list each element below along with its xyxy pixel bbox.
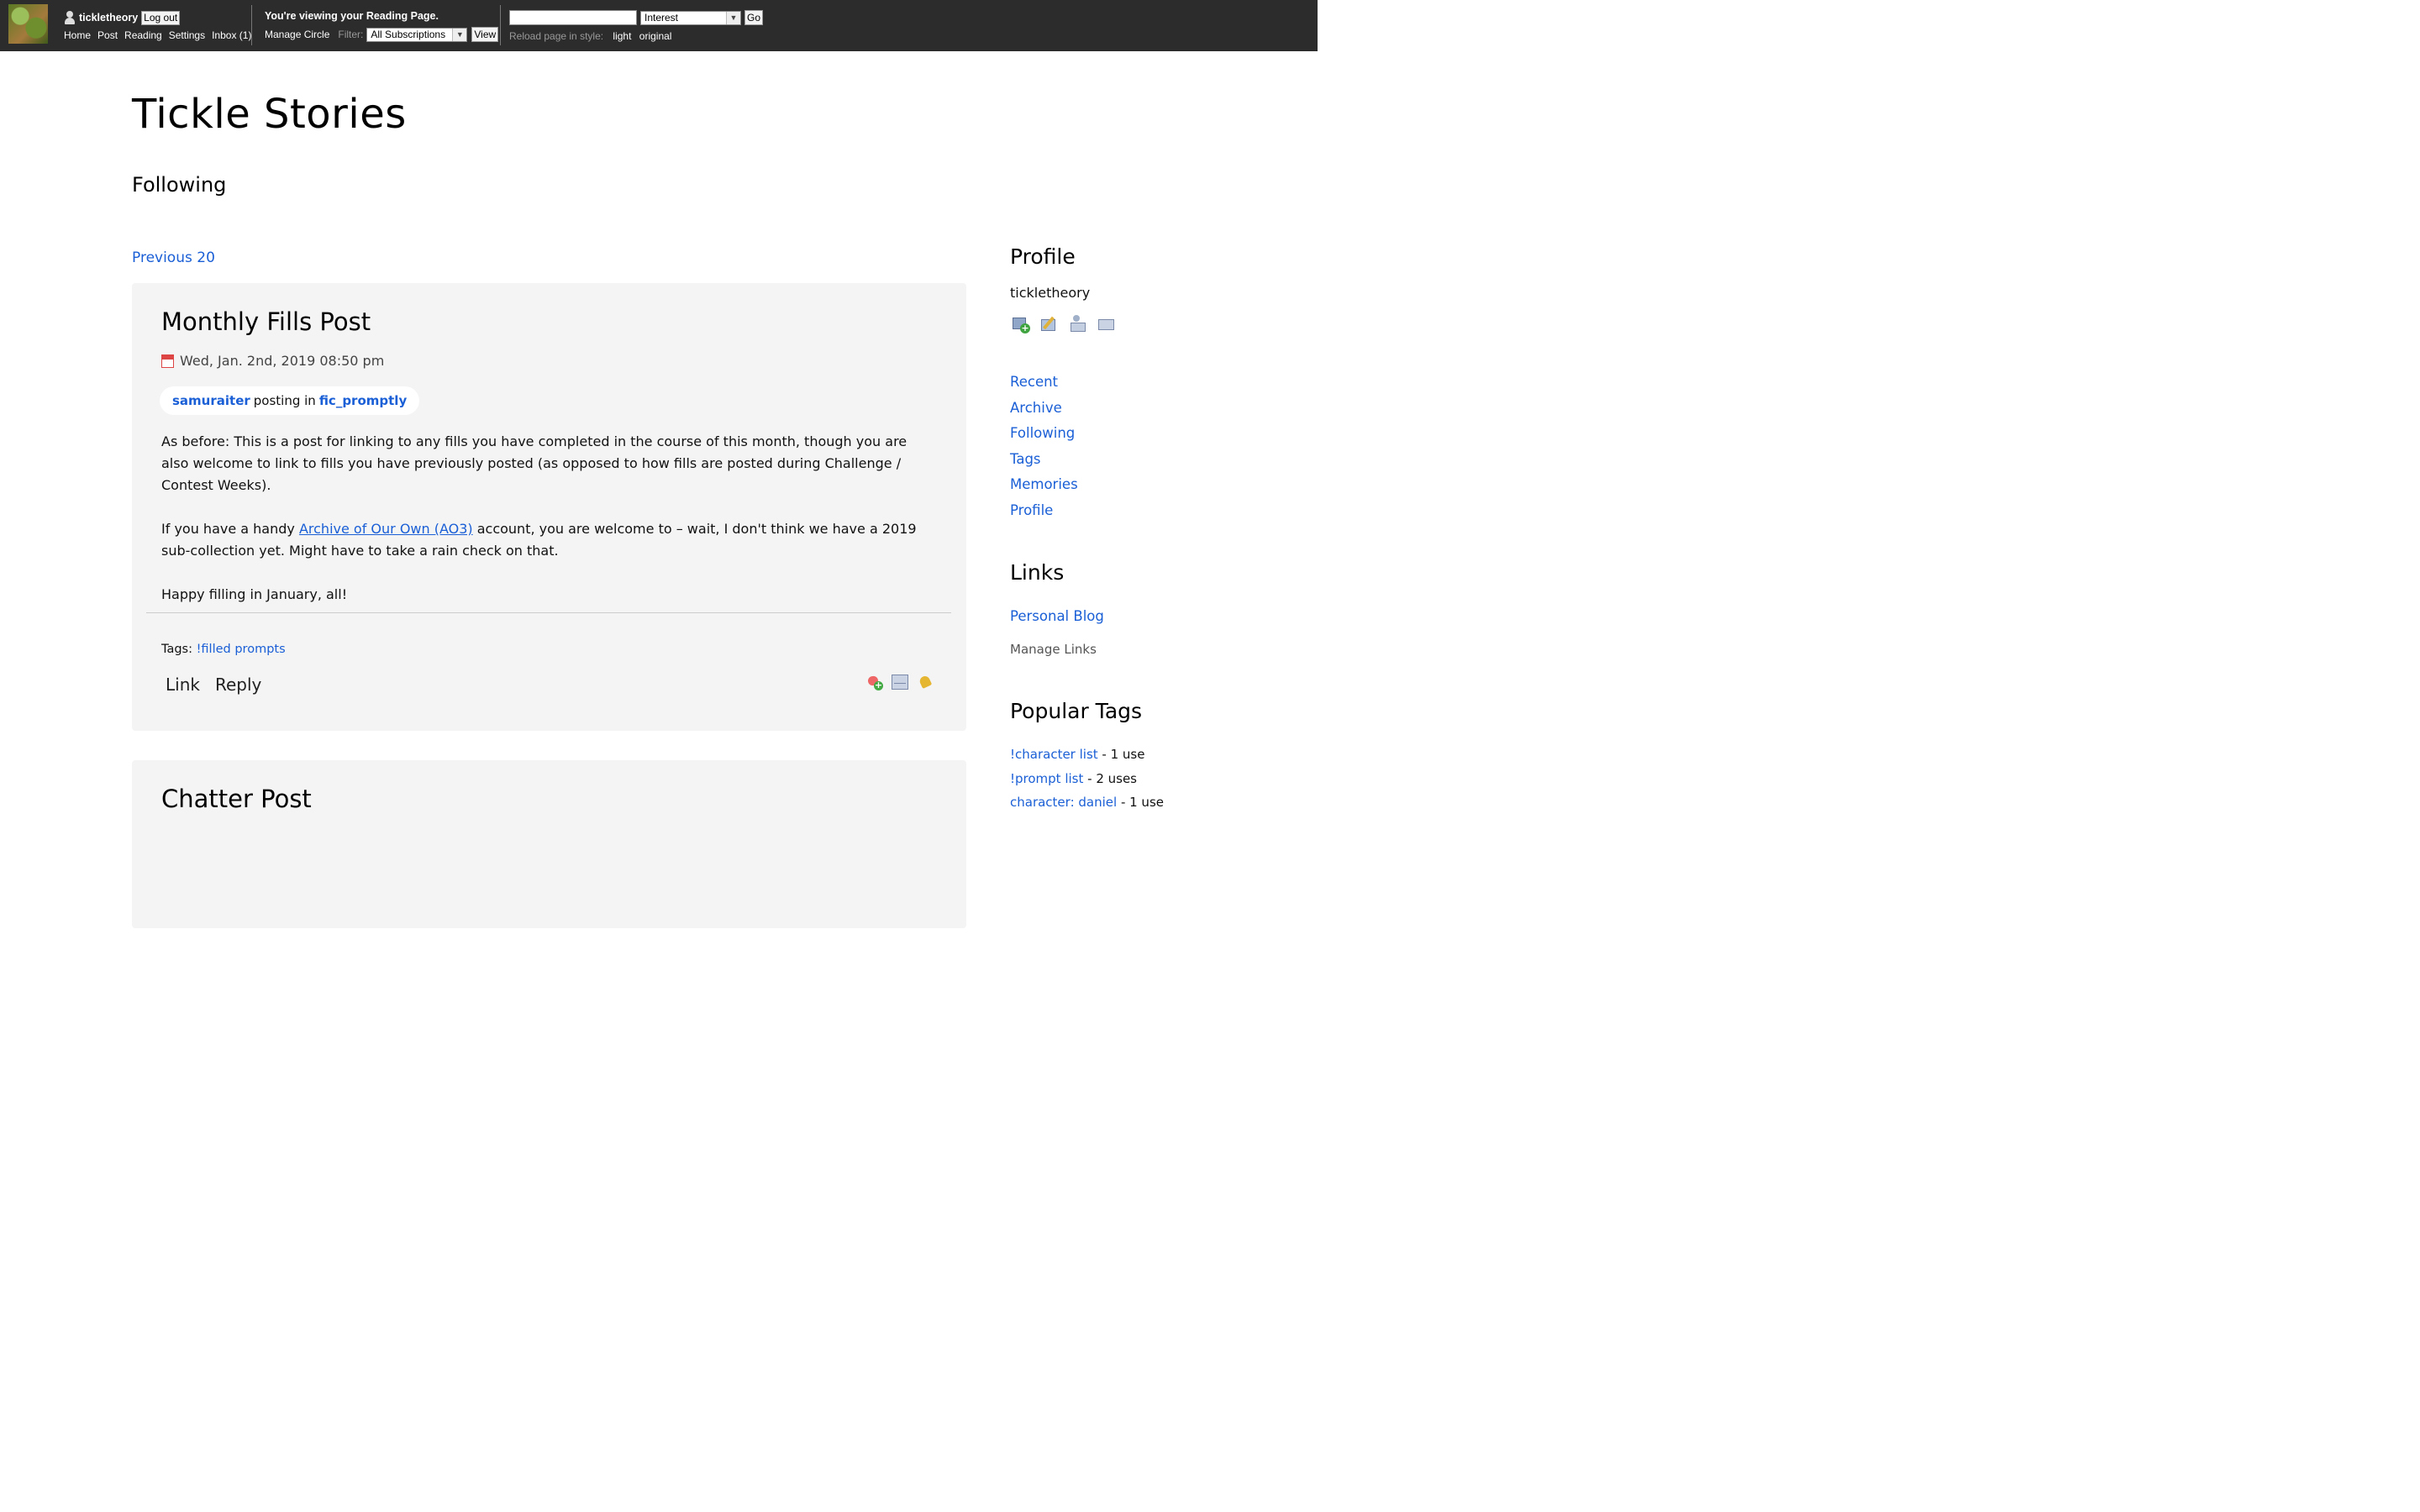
list-item: !prompt list - 2 uses (1010, 769, 1164, 794)
poster-link[interactable]: samuraiter (172, 393, 250, 408)
tag-count: - 1 use (1117, 795, 1164, 810)
style-original-link[interactable]: original (639, 30, 672, 42)
user-avatar[interactable] (8, 4, 48, 44)
manage-circle-link[interactable]: Manage Circle (265, 29, 329, 40)
tag-link[interactable]: !prompt list (1010, 771, 1083, 786)
tag-link[interactable]: !character list (1010, 747, 1098, 762)
community-link[interactable]: fic_promptly (319, 393, 407, 408)
go-button[interactable]: Go (744, 10, 764, 25)
list-item: character: daniel - 1 use (1010, 793, 1164, 817)
reply-button[interactable]: Reply (215, 675, 261, 695)
entry-paragraph: If you have a handy Archive of Our Own (… (161, 518, 934, 562)
ao3-link[interactable]: Archive of Our Own (AO3) (299, 521, 473, 537)
entry-divider (146, 612, 951, 613)
message-user-icon[interactable] (1069, 315, 1087, 333)
entry-paragraph: As before: This is a post for linking to… (161, 433, 908, 493)
tags-label: Tags: (161, 643, 192, 656)
chevron-down-icon: ▼ (452, 28, 467, 41)
chevron-down-icon: ▼ (726, 11, 740, 24)
manage-links-link[interactable]: Manage Links (1010, 642, 1097, 657)
nav-settings[interactable]: Settings (169, 29, 205, 41)
search-type-select[interactable]: Interest ▼ (640, 10, 741, 25)
send-message-icon[interactable] (892, 675, 908, 690)
entry-title[interactable]: Monthly Fills Post (161, 307, 371, 336)
page-subtitle: Following (132, 173, 227, 197)
nav-home[interactable]: Home (64, 29, 91, 41)
filter-select[interactable]: All Subscriptions ▼ (366, 27, 468, 42)
divider (251, 5, 252, 45)
entry-paragraph: Happy filling in January, all! (161, 586, 348, 602)
top-nav-links: Home Post Reading Settings Inbox (1) (64, 29, 251, 41)
view-button[interactable]: View (471, 27, 499, 42)
sidebar-item-memories[interactable]: Memories (1010, 475, 1078, 501)
tag-count: - 1 use (1097, 747, 1145, 762)
reading-message: You're viewing your Reading Page. (265, 10, 439, 22)
add-friend-icon[interactable] (1012, 315, 1030, 333)
divider (500, 5, 501, 45)
sidebar-item-tags[interactable]: Tags (1010, 449, 1078, 475)
posting-in-text: posting in (253, 393, 316, 408)
tag-count: - 2 uses (1083, 770, 1138, 786)
entry-icon-actions (866, 675, 934, 690)
person-icon (64, 11, 76, 24)
entry-date: Wed, Jan. 2nd, 2019 08:50 pm (161, 353, 384, 369)
previous-page-link[interactable]: Previous 20 (132, 249, 215, 266)
text-span: If you have a handy (161, 521, 299, 537)
entry-actions: Link Reply (166, 675, 261, 695)
sidebar-popular-tags-heading: Popular Tags (1010, 699, 1143, 723)
username-link[interactable]: tickletheory (79, 12, 138, 24)
sidebar-links-heading: Links (1010, 560, 1065, 585)
list-item: !character list - 1 use (1010, 745, 1164, 769)
link-button[interactable]: Link (166, 675, 200, 695)
calendar-icon (161, 354, 174, 368)
search-type-value: Interest (644, 12, 679, 24)
sidebar-item-following[interactable]: Following (1010, 423, 1078, 449)
top-nav-bar: tickletheory Log out Home Post Reading S… (0, 0, 1318, 51)
send-mail-icon[interactable] (1097, 315, 1116, 333)
filter-label: Filter: (338, 29, 364, 40)
entry-title[interactable]: Chatter Post (161, 785, 312, 813)
entry-tags: Tags: !filled prompts (161, 643, 286, 656)
popular-tags-list: !character list - 1 use !prompt list - 2… (1010, 745, 1164, 817)
profile-username: tickletheory (1010, 285, 1091, 301)
search-block: Interest ▼ Go Reload page in style: ligh… (509, 10, 764, 42)
entry-card: Chatter Post (132, 760, 966, 928)
nav-inbox[interactable]: Inbox (1) (212, 29, 251, 41)
user-block: tickletheory Log out Home Post Reading S… (64, 9, 251, 41)
sidebar-item-profile[interactable]: Profile (1010, 501, 1078, 527)
logout-button[interactable]: Log out (141, 10, 181, 25)
sidebar-item-archive[interactable]: Archive (1010, 398, 1078, 424)
entry-card: Monthly Fills Post Wed, Jan. 2nd, 2019 0… (132, 283, 966, 731)
sidebar-nav: Recent Archive Following Tags Memories P… (1010, 372, 1078, 526)
nav-reading[interactable]: Reading (124, 29, 162, 41)
reading-block: You're viewing your Reading Page. Manage… (265, 10, 499, 42)
site-title: Tickle Stories (132, 91, 407, 138)
track-bell-icon[interactable] (917, 675, 934, 690)
entry-body: As before: This is a post for linking to… (161, 431, 934, 627)
tag-link[interactable]: character: daniel (1010, 795, 1117, 810)
reload-style-label: Reload page in style: (509, 30, 604, 42)
nav-post[interactable]: Post (97, 29, 118, 41)
filter-select-value: All Subscriptions (371, 29, 446, 40)
style-light-link[interactable]: light (613, 30, 631, 42)
personal-blog-link[interactable]: Personal Blog (1010, 608, 1104, 624)
sidebar-profile-heading: Profile (1010, 244, 1076, 269)
profile-actions (1012, 315, 1116, 333)
edit-profile-icon[interactable] (1040, 315, 1059, 333)
add-memory-icon[interactable] (866, 675, 883, 690)
entry-date-text: Wed, Jan. 2nd, 2019 08:50 pm (180, 353, 385, 369)
tag-link[interactable]: !filled prompts (197, 643, 286, 656)
poster-info: samuraiter posting in fic_promptly (160, 386, 420, 415)
sidebar-item-recent[interactable]: Recent (1010, 372, 1078, 398)
search-input[interactable] (509, 10, 637, 25)
